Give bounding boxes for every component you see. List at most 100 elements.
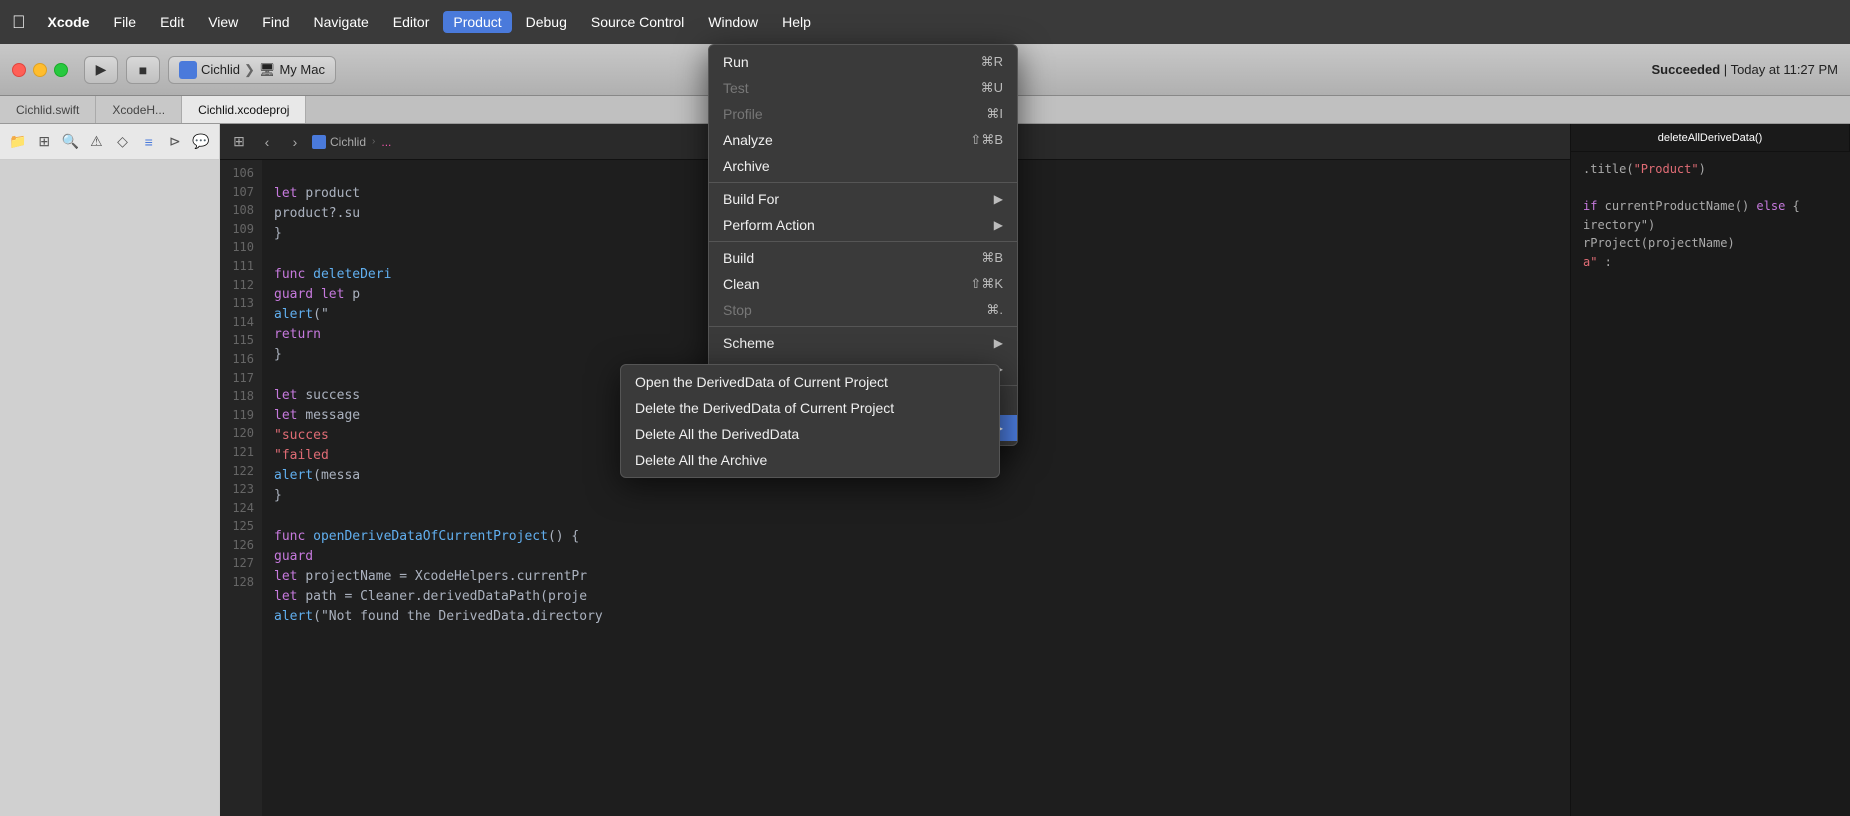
menu-item-build-for-label: Build For xyxy=(723,191,779,207)
destination-icon: 🖥 xyxy=(259,62,276,78)
test-shortcut: ⌘U xyxy=(981,80,1003,96)
menubar-item-product[interactable]: Product xyxy=(443,11,511,33)
submenu-item-delete-all-derived[interactable]: Delete All the DerivedData xyxy=(621,421,999,447)
run-button[interactable]: ▶ xyxy=(84,56,118,84)
scheme-arrow-icon: ▶ xyxy=(994,336,1003,350)
stop-icon: ■ xyxy=(139,62,147,78)
line-numbers: 106 107 108 109 110 111 112 113 114 115 … xyxy=(220,160,262,816)
menubar:  Xcode File Edit View Find Navigate Edi… xyxy=(0,0,1850,44)
separator-3 xyxy=(709,326,1017,327)
menubar-item-navigate[interactable]: Navigate xyxy=(304,11,379,33)
menu-item-build-for[interactable]: Build For ▶ xyxy=(709,186,1017,212)
menu-item-perform-action[interactable]: Perform Action ▶ xyxy=(709,212,1017,238)
submenu-item-delete-all-archive[interactable]: Delete All the Archive xyxy=(621,447,999,473)
submenu-item-delete-all-derived-label: Delete All the DerivedData xyxy=(635,426,799,442)
nav-folder-icon[interactable]: 📁 xyxy=(8,131,28,153)
tab-xcodeh[interactable]: XcodeH... xyxy=(96,96,182,123)
code-line-123 xyxy=(274,506,1558,526)
toolbar-status: Succeeded | Today at 11:27 PM xyxy=(1652,62,1838,77)
right-code-line-2 xyxy=(1583,179,1838,198)
scheme-label: Cichlid xyxy=(201,62,240,77)
submenu-item-open-derived[interactable]: Open the DerivedData of Current Project xyxy=(621,369,999,395)
menu-item-build-label: Build xyxy=(723,250,754,266)
menu-item-clean-label: Clean xyxy=(723,276,760,292)
nav-breakpoint-icon[interactable]: ◇ xyxy=(113,131,133,153)
submenu-item-delete-derived-label: Delete the DerivedData of Current Projec… xyxy=(635,400,894,416)
cichlid-submenu[interactable]: Open the DerivedData of Current Project … xyxy=(620,364,1000,478)
code-line-126: let projectName = XcodeHelpers.currentPr xyxy=(274,567,1558,587)
destination-label: My Mac xyxy=(279,62,325,77)
menu-item-scheme[interactable]: Scheme ▶ xyxy=(709,330,1017,356)
scheme-selector[interactable]: Cichlid ❯ 🖥 My Mac xyxy=(168,56,336,84)
menu-item-profile-label: Profile xyxy=(723,106,763,122)
menubar-item-file[interactable]: File xyxy=(104,11,147,33)
build-shortcut: ⌘B xyxy=(981,250,1003,266)
menubar-item-source-control[interactable]: Source Control xyxy=(581,11,694,33)
menu-item-analyze-label: Analyze xyxy=(723,132,773,148)
right-code-line-5: rProject(projectName) xyxy=(1583,234,1838,253)
scheme-icon xyxy=(179,61,197,79)
menubar-item-window[interactable]: Window xyxy=(698,11,768,33)
build-for-arrow-icon: ▶ xyxy=(994,192,1003,206)
tab-cichlid-swift[interactable]: Cichlid.swift xyxy=(0,96,96,123)
menubar-item-editor[interactable]: Editor xyxy=(383,11,440,33)
analyze-shortcut: ⇧⌘B xyxy=(970,132,1003,148)
breadcrumb-item-file[interactable]: ... xyxy=(381,135,391,149)
menu-item-run[interactable]: Run ⌘R xyxy=(709,49,1017,75)
menu-item-analyze[interactable]: Analyze ⇧⌘B xyxy=(709,127,1017,153)
apple-menu[interactable]:  xyxy=(12,12,26,33)
maximize-button[interactable] xyxy=(54,63,68,77)
separator-1 xyxy=(709,182,1017,183)
menubar-item-debug[interactable]: Debug xyxy=(516,11,577,33)
menu-item-profile[interactable]: Profile ⌘I xyxy=(709,101,1017,127)
profile-shortcut: ⌘I xyxy=(986,106,1003,122)
tab-cichlid-xcodeproj[interactable]: Cichlid.xcodeproj xyxy=(182,96,306,123)
nav-back-button[interactable]: ‹ xyxy=(256,131,278,153)
minimize-button[interactable] xyxy=(33,63,47,77)
traffic-lights xyxy=(12,63,68,77)
nav-toolbar: 📁 ⊞ 🔍 ⚠ ◇ ≡ ⊳ 💬 xyxy=(0,124,219,160)
status-separator: | xyxy=(1724,62,1731,77)
build-time: Today at 11:27 PM xyxy=(1731,62,1838,77)
menu-item-clean[interactable]: Clean ⇧⌘K xyxy=(709,271,1017,297)
right-panel-tab-label: deleteAllDeriveData() xyxy=(1658,132,1763,144)
menu-item-stop[interactable]: Stop ⌘. xyxy=(709,297,1017,323)
menu-item-archive[interactable]: Archive xyxy=(709,153,1017,179)
menubar-item-help[interactable]: Help xyxy=(772,11,821,33)
close-button[interactable] xyxy=(12,63,26,77)
nav-search-icon[interactable]: 🔍 xyxy=(60,131,80,153)
nav-hierarchy-icon[interactable]: ⊞ xyxy=(34,131,54,153)
nav-forward-button[interactable]: › xyxy=(284,131,306,153)
menu-item-build[interactable]: Build ⌘B xyxy=(709,245,1017,271)
right-panel-code: .title("Product") if currentProductName(… xyxy=(1571,152,1850,280)
stop-shortcut: ⌘. xyxy=(986,302,1003,318)
menubar-item-xcode[interactable]: Xcode xyxy=(38,11,100,33)
sidebar-content xyxy=(0,160,219,816)
stop-button[interactable]: ■ xyxy=(126,56,160,84)
right-code-line-6: a" : xyxy=(1583,253,1838,272)
nav-list-icon[interactable]: ≡ xyxy=(139,131,159,153)
menu-item-perform-action-label: Perform Action xyxy=(723,217,815,233)
menubar-item-view[interactable]: View xyxy=(198,11,248,33)
perform-action-arrow-icon: ▶ xyxy=(994,218,1003,232)
right-code-line-4: irectory") xyxy=(1583,216,1838,235)
nav-bookmark-icon[interactable]: ⊳ xyxy=(165,131,185,153)
menubar-item-edit[interactable]: Edit xyxy=(150,11,194,33)
code-line-127: let path = Cleaner.derivedDataPath(proje xyxy=(274,587,1558,607)
separator-2 xyxy=(709,241,1017,242)
editor-view-grid-icon[interactable]: ⊞ xyxy=(228,131,250,153)
menu-item-run-label: Run xyxy=(723,54,749,70)
nav-comment-icon[interactable]: 💬 xyxy=(191,131,211,153)
sidebar: 📁 ⊞ 🔍 ⚠ ◇ ≡ ⊳ 💬 xyxy=(0,124,220,816)
right-panel-tab-active[interactable]: deleteAllDeriveData() xyxy=(1571,124,1850,151)
nav-warning-icon[interactable]: ⚠ xyxy=(86,131,106,153)
menu-item-archive-label: Archive xyxy=(723,158,770,174)
submenu-item-delete-derived[interactable]: Delete the DerivedData of Current Projec… xyxy=(621,395,999,421)
code-line-128: alert("Not found the DerivedData.directo… xyxy=(274,607,1558,627)
menu-item-test[interactable]: Test ⌘U xyxy=(709,75,1017,101)
breadcrumb-item-cichlid[interactable]: Cichlid xyxy=(312,135,366,149)
code-line-124: func openDeriveDataOfCurrentProject() { xyxy=(274,527,1558,547)
right-code-line-1: .title("Product") xyxy=(1583,160,1838,179)
submenu-item-delete-all-archive-label: Delete All the Archive xyxy=(635,452,767,468)
menubar-item-find[interactable]: Find xyxy=(252,11,299,33)
